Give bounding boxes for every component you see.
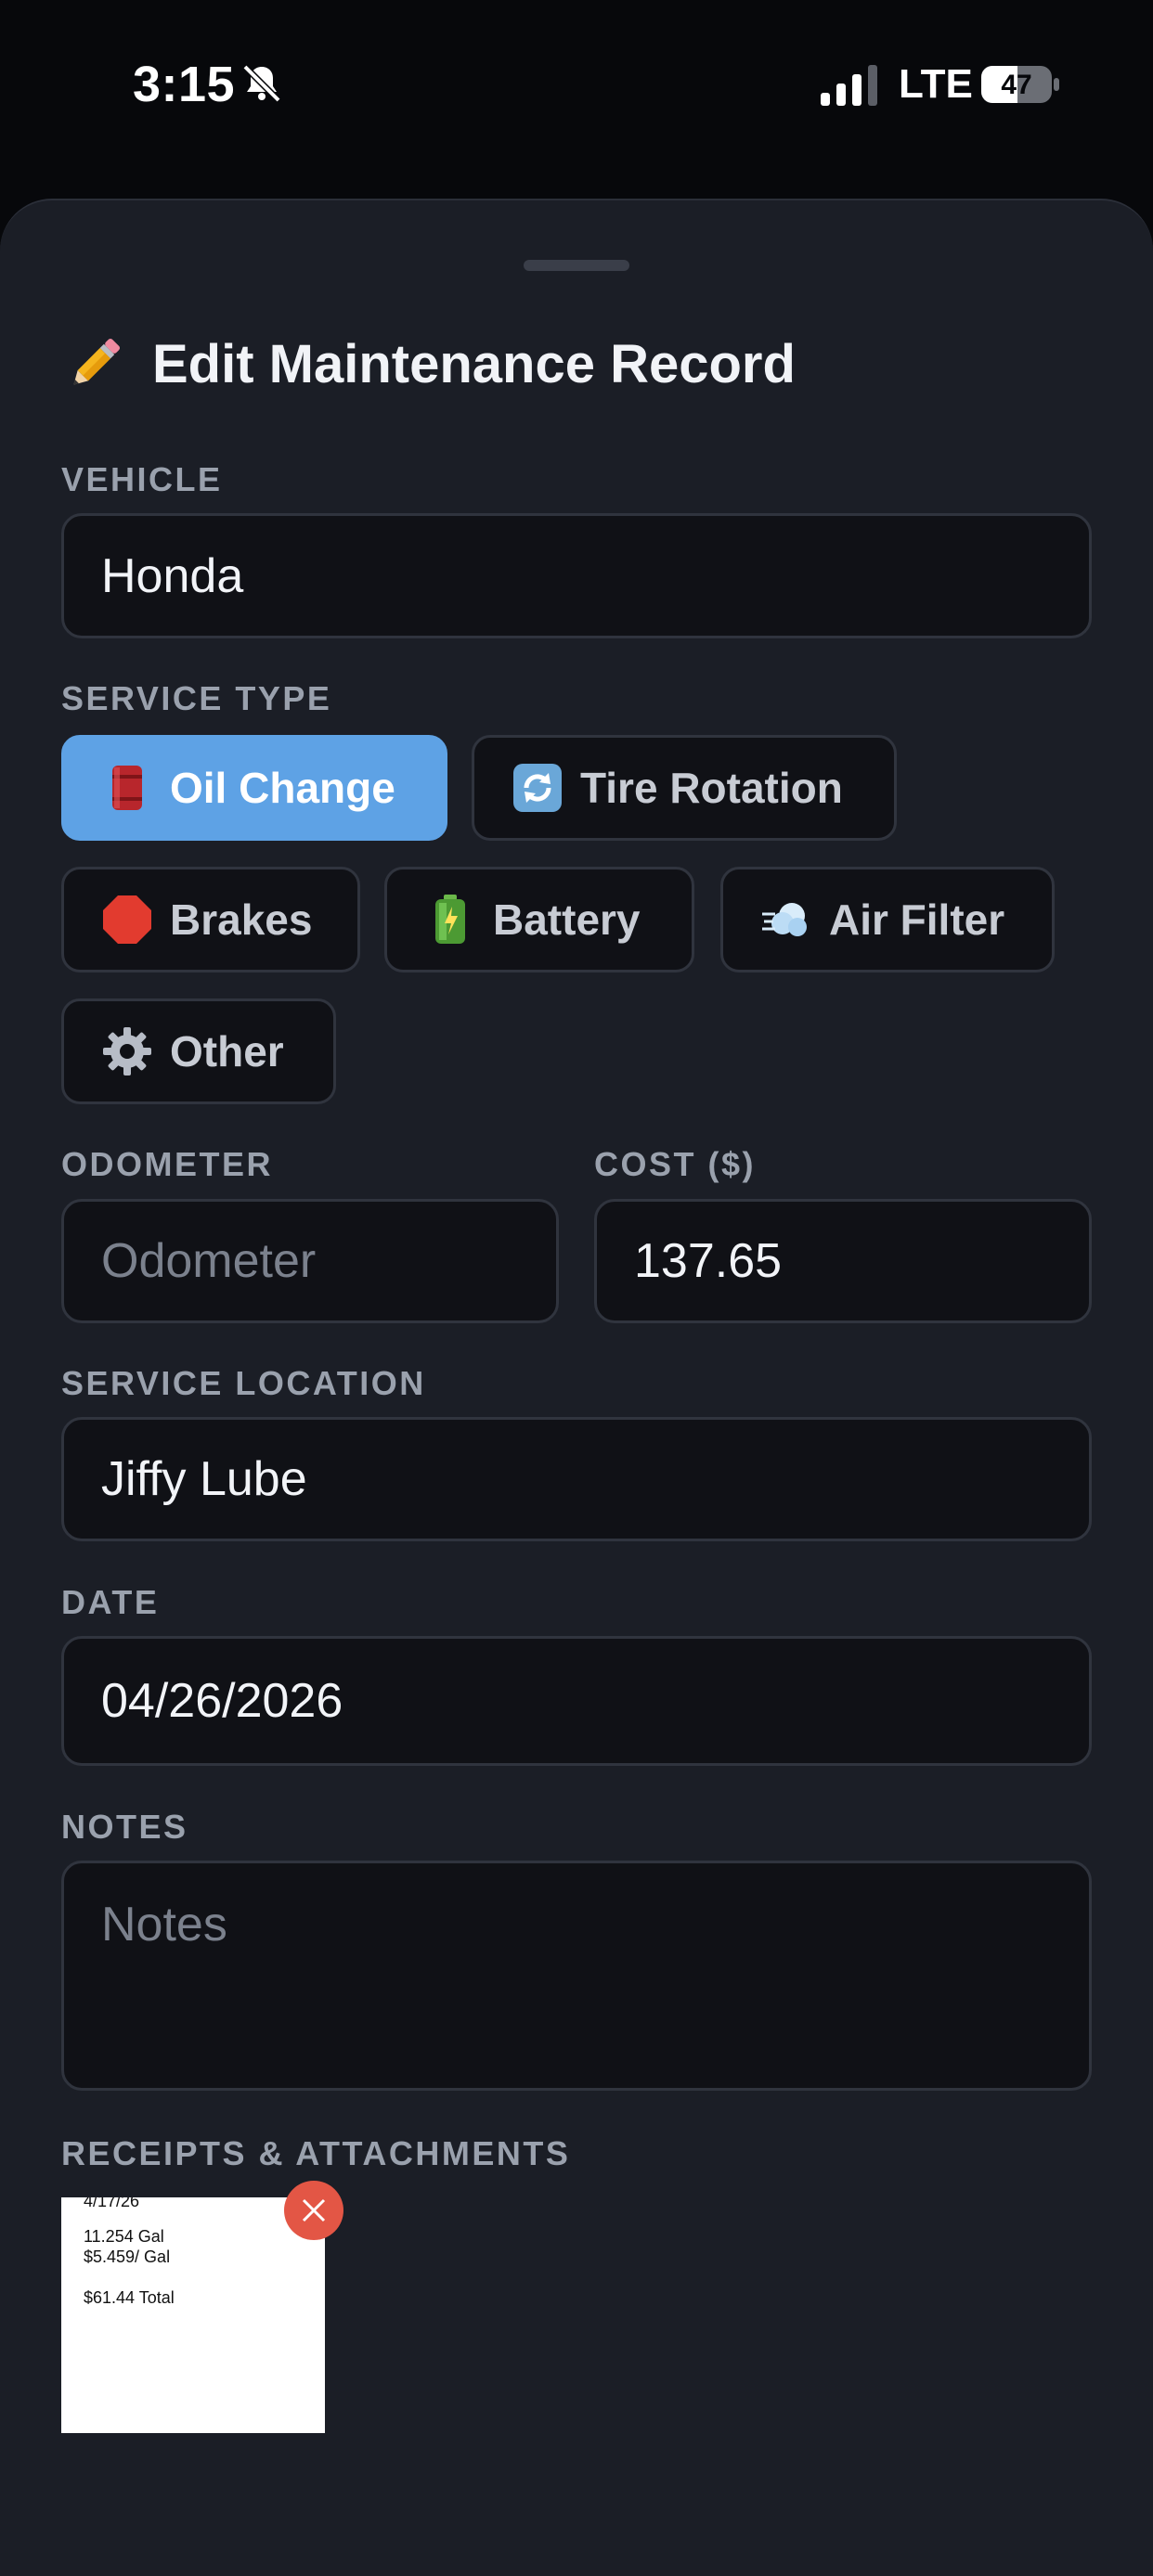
remove-attachment-button[interactable] [284, 2181, 343, 2240]
service-type-label: SERVICE TYPE [61, 679, 332, 717]
status-time: 3:15 [133, 57, 236, 112]
page-title: Edit Maintenance Record [152, 333, 796, 394]
notes-textarea[interactable]: Notes [61, 1861, 1092, 2091]
rotate-arrows-icon [513, 764, 562, 812]
vehicle-label: VEHICLE [61, 460, 223, 498]
service-location-label: SERVICE LOCATION [61, 1364, 426, 1402]
odometer-label: ODOMETER [61, 1145, 274, 1183]
service-type-battery[interactable]: Battery [384, 867, 694, 972]
date-label: DATE [61, 1583, 160, 1621]
service-type-oil-change[interactable]: Oil Change [61, 735, 447, 841]
notes-label: NOTES [61, 1808, 188, 1846]
chip-label: Air Filter [829, 895, 1005, 944]
sheet-grabber[interactable] [524, 260, 629, 271]
receipt-line: 11.254 Gal [84, 2227, 164, 2246]
service-type-tire-rotation[interactable]: Tire Rotation [472, 735, 897, 841]
oil-drum-icon [112, 766, 142, 810]
receipt-line: $61.44 Total [84, 2288, 175, 2307]
silent-bell-icon [242, 64, 281, 103]
cellular-signal-icon [821, 65, 877, 106]
chip-label: Battery [493, 895, 641, 944]
battery-icon [435, 895, 465, 944]
service-type-brakes[interactable]: Brakes [61, 867, 360, 972]
chip-label: Oil Change [170, 764, 395, 812]
air-puff-icon [762, 903, 807, 936]
cost-input[interactable]: 137.65 [594, 1199, 1092, 1323]
close-icon [302, 2198, 326, 2222]
chip-label: Other [170, 1027, 284, 1075]
chip-label: Tire Rotation [580, 764, 843, 812]
receipt-thumbnail[interactable]: 4/17/26 11.254 Gal $5.459/ Gal $61.44 To… [61, 2197, 325, 2433]
service-location-input[interactable]: Jiffy Lube [61, 1417, 1092, 1541]
pencil-icon [73, 338, 121, 385]
service-type-air-filter[interactable]: Air Filter [720, 867, 1055, 972]
receipt-line: $5.459/ Gal [84, 2248, 171, 2266]
attachments-label: RECEIPTS & ATTACHMENTS [61, 2134, 571, 2172]
service-type-other[interactable]: Other [61, 998, 336, 1104]
sheet-header: Edit Maintenance Record [61, 330, 796, 397]
status-bar: 3:15 LTE 47 [0, 0, 1153, 172]
battery-level: 47 [1001, 70, 1031, 100]
battery-status-icon: 47 [981, 66, 1059, 103]
gear-icon [103, 1027, 151, 1075]
odometer-input[interactable]: Odometer [61, 1199, 559, 1323]
network-type: LTE [899, 61, 973, 107]
chip-label: Brakes [170, 895, 313, 944]
receipt-line: 4/17/26 [84, 2197, 140, 2210]
date-input[interactable]: 04/26/2026 [61, 1636, 1092, 1766]
cost-label: COST ($) [594, 1145, 757, 1183]
stop-sign-icon [103, 895, 151, 944]
vehicle-field[interactable]: Honda [61, 513, 1092, 638]
